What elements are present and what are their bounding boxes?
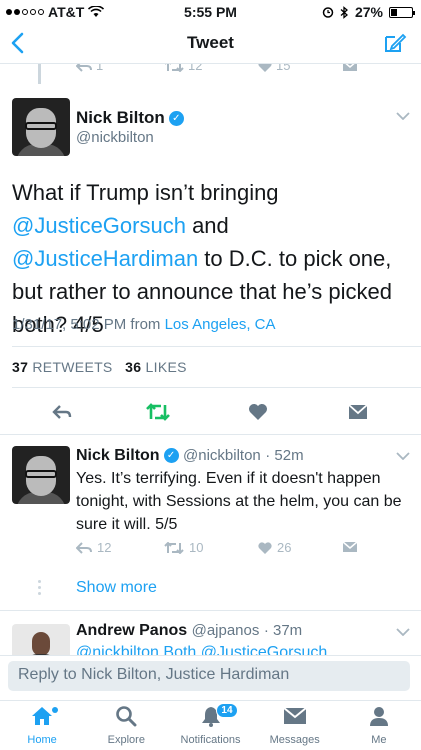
thread-line [38, 64, 41, 84]
reply-input[interactable]: Reply to Nick Bilton, Justice Hardiman [8, 661, 410, 691]
mention-link[interactable]: @JusticeHardiman [12, 246, 198, 271]
retweet-icon [165, 64, 184, 72]
retweets-count[interactable]: 37 [12, 359, 28, 375]
tab-label: Messages [269, 734, 320, 746]
chevron-down-icon[interactable] [396, 628, 410, 636]
prev-like-count: 15 [276, 64, 291, 73]
new-content-dot [52, 707, 58, 713]
heart-icon [258, 64, 272, 72]
envelope-icon[interactable] [342, 541, 358, 553]
status-right: 27% [322, 4, 415, 20]
direct-message-icon[interactable] [348, 404, 368, 420]
avatar[interactable] [12, 624, 70, 658]
page-title: Tweet [187, 33, 234, 52]
tab-label: Me [371, 734, 387, 746]
envelope-icon[interactable] [342, 64, 358, 72]
location-link[interactable]: Los Angeles, CA [165, 316, 276, 333]
battery-icon [389, 6, 415, 18]
chevron-down-icon[interactable] [396, 452, 410, 460]
home-icon [32, 707, 53, 725]
tab-label: Explore [107, 734, 145, 746]
likes-count[interactable]: 36 [125, 359, 141, 375]
prev-like-button[interactable]: 15 [258, 64, 290, 73]
divider [12, 346, 421, 347]
prev-reply-count: 1 [96, 64, 104, 73]
author-handle[interactable]: @nickbilton [183, 447, 261, 464]
author-name[interactable]: Nick Bilton [76, 447, 160, 464]
reply-icon [76, 64, 92, 72]
tab-home[interactable]: Home [0, 701, 84, 750]
envelope-icon [283, 707, 307, 724]
bluetooth-icon [340, 5, 348, 19]
tweet-text-part: What if Trump isn’t bringing [12, 180, 279, 205]
battery-percent: 27% [354, 4, 383, 20]
retweet-button[interactable]: 10 [164, 540, 203, 555]
tab-me[interactable]: Me [337, 701, 421, 750]
reply-actions: 12 10 26 [0, 540, 421, 556]
notifications-badge: 14 [216, 703, 238, 718]
avatar[interactable] [12, 98, 70, 156]
divider [0, 610, 421, 611]
tweet-stats: 37 RETWEETS 36 LIKES [12, 359, 187, 375]
tweet-text-part: and [185, 213, 229, 238]
retweets-label[interactable]: RETWEETS [32, 359, 112, 375]
chevron-down-icon[interactable] [396, 112, 410, 120]
prev-retweet-button[interactable]: 12 [164, 64, 202, 73]
author-handle: @nickbilton [76, 129, 154, 146]
mention-link[interactable]: @JusticeGorsuch [12, 213, 186, 238]
reply-button[interactable]: 12 [76, 540, 111, 555]
reply-text: Yes. It’s terrifying. Even if it doesn't… [76, 470, 402, 533]
reply-header: Nick Bilton ✓ @nickbilton · 52m [76, 447, 304, 465]
person-icon [369, 707, 388, 726]
alarm-icon [322, 7, 334, 18]
verified-badge-icon: ✓ [168, 111, 184, 127]
prev-reply-button[interactable]: 1 [76, 64, 103, 73]
compose-icon[interactable] [383, 32, 407, 54]
likes-label[interactable]: LIKES [146, 359, 187, 375]
divider [0, 434, 421, 435]
heart-icon[interactable] [248, 403, 268, 421]
tab-notifications[interactable]: 14 Notifications [168, 701, 252, 750]
status-bar: AT&T 5:55 PM 27% [0, 0, 421, 22]
reply-tweet[interactable]: Andrew Panos @ajpanos · 37m @nickbilton … [0, 612, 421, 658]
tweet-timestamp: 1/31/17, 5:02 PM from Los Angeles, CA [12, 316, 276, 333]
divider [12, 387, 421, 388]
verified-badge-icon: ✓ [163, 448, 179, 464]
tab-explore[interactable]: Explore [84, 701, 168, 750]
show-more-link[interactable]: Show more [76, 579, 157, 597]
retweet-icon [164, 541, 184, 554]
like-count: 26 [277, 540, 292, 555]
reply-header: Andrew Panos @ajpanos · 37m [76, 622, 302, 640]
main-tweet-actions [0, 400, 421, 426]
tab-label: Notifications [180, 734, 241, 746]
reply-count: 12 [97, 540, 112, 555]
tab-bar: Home Explore 14 Notifications Messages M… [0, 700, 421, 750]
author-name[interactable]: Andrew Panos [76, 622, 187, 639]
previous-tweet-actions: 1 12 15 [0, 64, 421, 78]
avatar[interactable] [12, 446, 70, 504]
reply-icon[interactable] [52, 404, 72, 420]
tab-label: Home [27, 734, 57, 746]
reply-icon [76, 541, 92, 554]
prev-retweet-count: 12 [188, 64, 203, 73]
nav-bar: Tweet [0, 22, 421, 64]
author-name-line[interactable]: Nick Bilton ✓ [76, 108, 184, 128]
timestamp: 1/31/17, 5:02 PM from [12, 316, 161, 333]
search-icon [116, 706, 137, 727]
retweet-count: 10 [189, 540, 204, 555]
reply-time: · 37m [263, 622, 303, 639]
reply-time: · 52m [265, 447, 304, 464]
author-name: Nick Bilton [76, 108, 165, 127]
tab-messages[interactable]: Messages [253, 701, 337, 750]
like-button[interactable]: 26 [258, 540, 291, 555]
more-dots-icon [38, 580, 41, 595]
retweet-icon[interactable] [146, 403, 170, 421]
heart-icon [258, 541, 272, 554]
author-handle[interactable]: @ajpanos [192, 622, 260, 639]
